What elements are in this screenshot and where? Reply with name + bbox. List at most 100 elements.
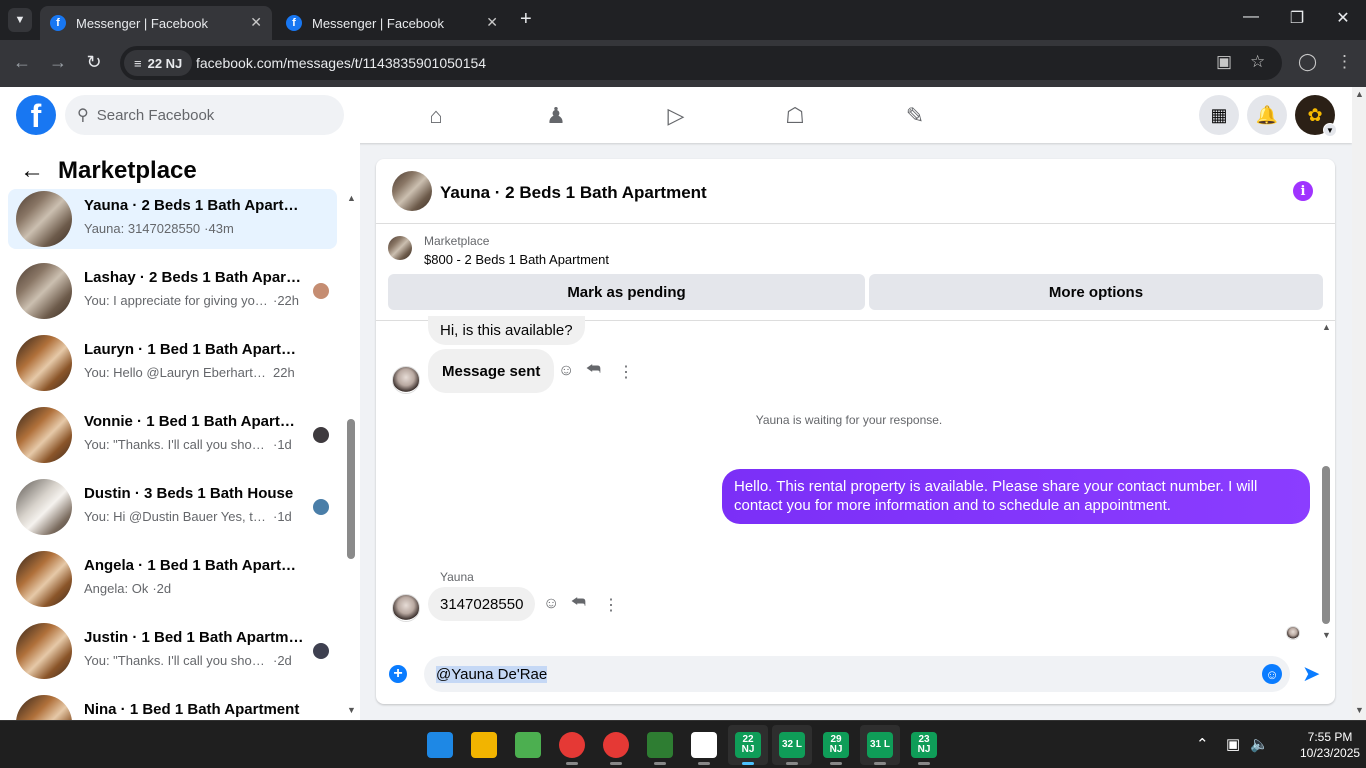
- scroll-down-arrow[interactable]: ▼: [1355, 705, 1364, 715]
- sender-avatar[interactable]: [392, 594, 420, 622]
- seen-avatar: [313, 499, 329, 515]
- listing-thumbnail: [16, 479, 72, 535]
- incoming-message-bubble: Hi, is this available?: [428, 316, 585, 345]
- reply-icon[interactable]: ⮪: [571, 594, 586, 612]
- menu-icon[interactable]: ⋮: [1336, 52, 1353, 72]
- more-actions-icon[interactable]: ⋮: [618, 362, 634, 382]
- volume-icon[interactable]: 🔈: [1250, 735, 1269, 753]
- scroll-up-arrow[interactable]: ▲: [347, 193, 356, 203]
- start-menu-icon[interactable]: [420, 725, 460, 765]
- send-icon[interactable]: ➤: [1302, 661, 1320, 687]
- chat-title[interactable]: Yauna · 2 Beds 1 Bath Apartment: [440, 183, 707, 203]
- message-input[interactable]: @Yauna De'Rae: [424, 656, 1290, 692]
- home-icon[interactable]: ⌂: [424, 103, 448, 129]
- forward-button[interactable]: →: [46, 52, 70, 73]
- new-tab-button[interactable]: +: [520, 8, 532, 31]
- scroll-thumb[interactable]: [1322, 466, 1330, 624]
- left-scrollbar[interactable]: ▲ ▼: [344, 193, 356, 720]
- maximize-window-button[interactable]: ❐: [1274, 8, 1320, 28]
- listing-thumbnail-small[interactable]: [388, 236, 412, 260]
- profile-icon[interactable]: ◯: [1298, 52, 1317, 72]
- mark-as-pending-button[interactable]: Mark as pending: [388, 274, 865, 310]
- emoji-icon[interactable]: ☺: [1262, 664, 1282, 684]
- app-tile: [427, 732, 453, 758]
- scroll-down-arrow[interactable]: ▼: [1322, 630, 1331, 640]
- tab-search-dropdown[interactable]: ▼: [8, 8, 32, 32]
- sender-avatar[interactable]: [392, 366, 420, 394]
- notifications-bell-icon[interactable]: 🔔: [1247, 95, 1287, 135]
- file-explorer-icon[interactable]: [464, 725, 504, 765]
- chrome-profile-icon[interactable]: [596, 725, 636, 765]
- tune-icon: ≡: [134, 55, 142, 71]
- close-window-button[interactable]: ✕: [1320, 8, 1366, 28]
- conversation-item[interactable]: Justin · 1 Bed 1 Bath Apartment You: "Tha…: [8, 621, 337, 681]
- conversation-item[interactable]: Vonnie · 1 Bed 1 Bath Apartment You: "Tha…: [8, 405, 337, 465]
- address-bar[interactable]: ≡ 22 NJ facebook.com/messages/t/11438359…: [120, 46, 1282, 80]
- taskbar-app-32l[interactable]: 32 L: [772, 725, 812, 765]
- close-tab-icon[interactable]: ✕: [250, 14, 262, 31]
- gaming-icon[interactable]: ✎: [903, 103, 927, 129]
- running-indicator: [654, 762, 666, 765]
- friends-icon[interactable]: ♟: [544, 103, 568, 129]
- menu-grid-button[interactable]: ▦: [1199, 95, 1239, 135]
- reply-icon[interactable]: ⮪: [586, 361, 601, 379]
- preview-text: Yauna: 3147028550: [84, 221, 201, 236]
- plus-icon[interactable]: +: [389, 665, 407, 683]
- sender-name: Yauna: [440, 570, 474, 584]
- back-button[interactable]: ←: [10, 52, 34, 73]
- site-info-chip[interactable]: ≡ 22 NJ: [124, 50, 193, 76]
- system-clock[interactable]: 7:55 PM 10/23/2025: [1300, 729, 1360, 761]
- url-text[interactable]: facebook.com/messages/t/1143835901050154: [196, 55, 486, 71]
- info-icon[interactable]: i: [1293, 181, 1313, 201]
- conversation-item[interactable]: Lashay · 2 Beds 1 Bath Apartment You: I a…: [8, 261, 337, 321]
- listing-thumbnail[interactable]: [392, 171, 432, 211]
- video-icon[interactable]: ▷: [664, 103, 688, 129]
- more-actions-icon[interactable]: ⋮: [603, 595, 619, 615]
- conversation-item[interactable]: Yauna · 2 Beds 1 Bath Apartment Yauna: 31…: [8, 189, 337, 249]
- account-avatar[interactable]: ✿ ▼: [1295, 95, 1337, 137]
- scroll-down-arrow[interactable]: ▼: [347, 705, 356, 715]
- running-indicator: [830, 762, 842, 765]
- close-tab-icon[interactable]: ✕: [486, 14, 498, 31]
- page-scrollbar[interactable]: ▲ ▼: [1352, 87, 1366, 720]
- scroll-up-arrow[interactable]: ▲: [1355, 89, 1364, 99]
- tab-messenger-1[interactable]: f Messenger | Facebook ✕: [40, 6, 272, 40]
- facebook-logo[interactable]: f: [16, 95, 56, 135]
- listing-price-title[interactable]: $800 - 2 Beds 1 Bath Apartment: [424, 252, 609, 267]
- taskbar-app-23nj[interactable]: 23 NJ: [904, 725, 944, 765]
- scroll-up-arrow[interactable]: ▲: [1322, 322, 1331, 332]
- notepad-icon[interactable]: [508, 725, 548, 765]
- tab-messenger-2[interactable]: f Messenger | Facebook ✕: [276, 6, 508, 40]
- more-options-button[interactable]: More options: [869, 274, 1323, 310]
- app-icon[interactable]: [684, 725, 724, 765]
- taskbar-app-31l[interactable]: 31 L: [860, 725, 900, 765]
- app-tile: 31 L: [867, 732, 893, 758]
- facebook-header: f ⚲ Search Facebook ⌂ ♟ ▷ ☖ ✎ ▦ 🔔 ✿ ▼: [0, 87, 1352, 143]
- preview-text: You: "Thanks. I'll call you shortly.": [84, 653, 269, 668]
- conversation-item[interactable]: Lauryn · 1 Bed 1 Bath Apartment You: Hell…: [8, 333, 337, 393]
- message-input-text[interactable]: @Yauna De'Rae: [436, 665, 548, 683]
- tab-title: Messenger | Facebook: [76, 15, 208, 31]
- react-emoji-icon[interactable]: ☺: [558, 362, 574, 380]
- chevron-up-icon[interactable]: ⌃: [1196, 735, 1209, 753]
- marketplace-icon[interactable]: ☖: [783, 103, 807, 129]
- conversation-item[interactable]: Dustin · 3 Beds 1 Bath House You: Hi @Dus…: [8, 477, 337, 537]
- reload-button[interactable]: ↻: [82, 52, 106, 73]
- back-arrow-icon[interactable]: ←: [20, 157, 44, 185]
- listing-thumbnail: [16, 263, 72, 319]
- conversation-item[interactable]: Angela · 1 Bed 1 Bath Apartment Angela: O…: [8, 549, 337, 609]
- network-icon[interactable]: ▣: [1226, 735, 1240, 753]
- conversation-name: Dustin · 3 Beds 1 Bath House: [84, 485, 294, 502]
- minimize-window-button[interactable]: —: [1228, 8, 1274, 26]
- taskbar-app-29nj[interactable]: 29 NJ: [816, 725, 856, 765]
- app-tile: 29 NJ: [823, 732, 849, 758]
- search-input[interactable]: ⚲ Search Facebook: [65, 95, 344, 135]
- app-icon[interactable]: [640, 725, 680, 765]
- bookmark-star-icon[interactable]: ☆: [1250, 52, 1265, 72]
- chat-scrollbar[interactable]: ▲ ▼: [1320, 322, 1334, 644]
- react-emoji-icon[interactable]: ☺: [543, 595, 559, 613]
- scroll-thumb[interactable]: [347, 419, 355, 559]
- taskbar-app-22nj[interactable]: 22 NJ: [728, 725, 768, 765]
- install-app-icon[interactable]: ▣: [1216, 52, 1232, 72]
- chrome-icon[interactable]: [552, 725, 592, 765]
